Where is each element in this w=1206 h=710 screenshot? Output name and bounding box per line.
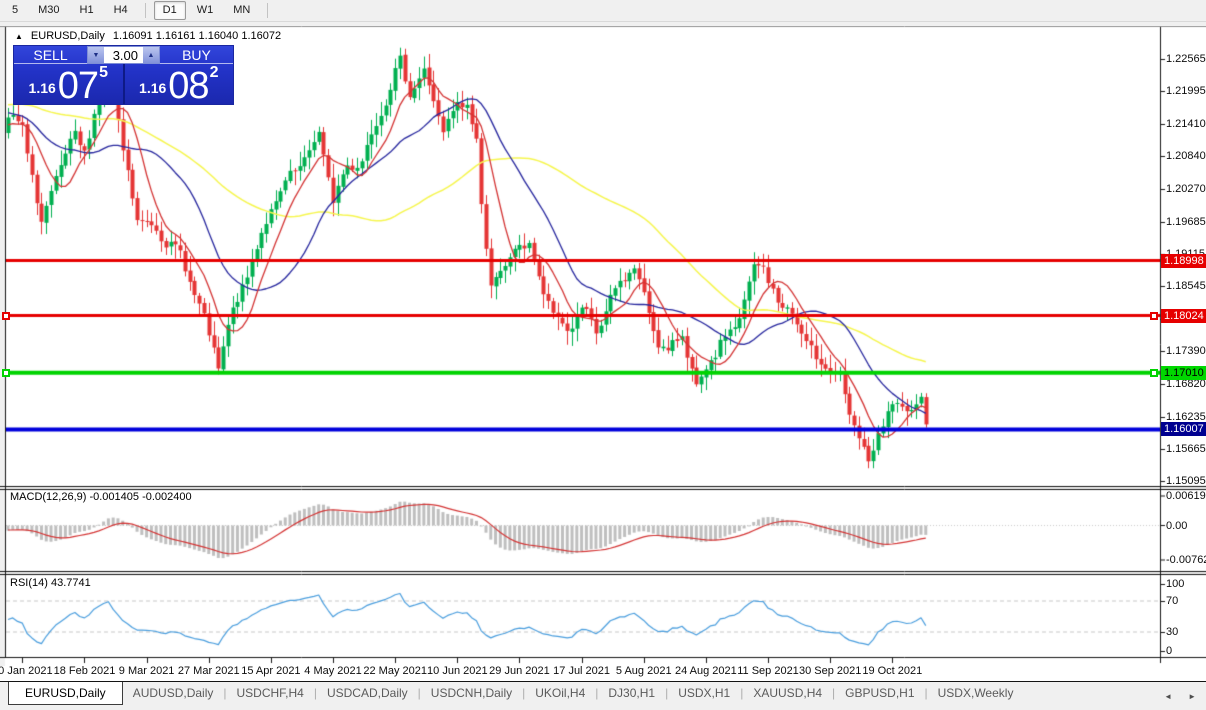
hline-drag-handle[interactable] (2, 369, 10, 377)
chart-tab-DJ30-H1[interactable]: DJ30,H1 (598, 682, 665, 704)
chart-tab-USDCAD-Daily[interactable]: USDCAD,Daily (317, 682, 418, 704)
chart-ohlc-values: 1.16091 1.16161 1.16040 1.16072 (113, 30, 281, 42)
tabs-scroll-right-icon[interactable]: ► (1188, 692, 1196, 701)
chart-tab-bar: EURUSD,DailyAUDUSD,Daily|USDCHF,H4|USDCA… (0, 681, 1206, 710)
macd-axis-label: 0.006193 (1166, 490, 1206, 502)
chart-tab-AUDUSD-Daily[interactable]: AUDUSD,Daily (123, 682, 224, 704)
time-axis-label: 10 Jun 2021 (427, 665, 488, 677)
chart-tab-XAUUSD-H4[interactable]: XAUUSD,H4 (743, 682, 832, 704)
chart-tab-USDX-Weekly[interactable]: USDX,Weekly (928, 682, 1024, 704)
price-axis-label: 1.20840 (1166, 150, 1206, 162)
hline-drag-handle[interactable] (1150, 312, 1158, 320)
tab-scroll-arrows: ◄ ► (1164, 692, 1196, 701)
hline-price-tag: 1.18024 (1161, 309, 1206, 323)
rsi-axis-label: 70 (1166, 595, 1178, 607)
time-axis-label: 9 Mar 2021 (119, 665, 175, 677)
time-axis-label: 24 Aug 2021 (675, 665, 737, 677)
chart-tab-UKOil-H4[interactable]: UKOil,H4 (525, 682, 595, 704)
terminal-window: { "toolbar": { "periods": ["5", "M30", "… (0, 0, 1206, 710)
chart-tab-GBPUSD-H1[interactable]: GBPUSD,H1 (835, 682, 924, 704)
buy-price[interactable]: 1.16 08 2 (125, 64, 234, 104)
price-axis-label: 1.21410 (1166, 118, 1206, 130)
price-axis-label: 1.22565 (1166, 53, 1206, 65)
volume-increase-button[interactable]: ▲ (143, 47, 159, 63)
time-axis-label: 4 May 2021 (304, 665, 361, 677)
time-axis-label: 30 Jan 2021 (0, 665, 53, 677)
chart-widget: ▲ EURUSD,Daily 1.16091 1.16161 1.16040 1… (0, 26, 1206, 681)
trade-prices-row: 1.16 07 5 1.16 08 2 (14, 64, 233, 104)
time-axis-label: 18 Feb 2021 (54, 665, 116, 677)
toolbar-separator (145, 3, 146, 18)
price-axis-label: 1.15095 (1166, 475, 1206, 487)
price-chart-canvas[interactable] (0, 26, 1206, 666)
period-button-H1[interactable]: H1 (71, 1, 103, 20)
hline-price-tag: 1.18998 (1161, 254, 1206, 268)
period-button-D1[interactable]: D1 (154, 1, 186, 20)
buy-price-big-digits: 08 (168, 72, 208, 101)
hline-price-tag: 1.16007 (1161, 422, 1206, 436)
chart-tab-USDX-H1[interactable]: USDX,H1 (668, 682, 740, 704)
volume-input[interactable] (104, 47, 143, 63)
collapse-panel-icon[interactable]: ▲ (15, 32, 23, 41)
chart-tab-USDCNH-Daily[interactable]: USDCNH,Daily (421, 682, 522, 704)
rsi-indicator-label: RSI(14) 43.7741 (10, 577, 91, 589)
period-toolbar: 5M30H1H4 D1W1MN (0, 0, 1206, 22)
price-axis-label: 1.20270 (1166, 183, 1206, 195)
time-axis-label: 30 Sep 2021 (799, 665, 861, 677)
rsi-axis-label: 0 (1166, 645, 1172, 657)
trade-buttons-row: SELL ▼ ▲ BUY (14, 46, 233, 64)
time-axis-label: 17 Jul 2021 (553, 665, 610, 677)
hline-drag-handle[interactable] (1150, 369, 1158, 377)
spinner-up-icon: ▲ (148, 52, 155, 59)
spinner-down-icon: ▼ (93, 52, 100, 59)
toolbar-separator (267, 3, 268, 18)
price-axis-label: 1.19685 (1166, 216, 1206, 228)
sell-price-prefix: 1.16 (29, 80, 56, 96)
one-click-trading-panel: SELL ▼ ▲ BUY 1.16 07 5 1.16 08 2 (14, 46, 233, 104)
chart-header: ▲ EURUSD,Daily 1.16091 1.16161 1.16040 1… (15, 30, 281, 42)
period-button-M30[interactable]: M30 (29, 1, 68, 20)
time-axis-label: 15 Apr 2021 (241, 665, 300, 677)
chart-symbol-label: EURUSD,Daily (31, 30, 105, 42)
time-axis-label: 11 Sep 2021 (737, 665, 799, 677)
time-axis-label: 19 Oct 2021 (862, 665, 922, 677)
sell-price[interactable]: 1.16 07 5 (14, 64, 125, 104)
time-axis-label: 22 May 2021 (363, 665, 427, 677)
buy-button[interactable]: BUY (160, 46, 233, 64)
period-button-H4[interactable]: H4 (105, 1, 137, 20)
macd-axis-label: -0.00762 (1166, 554, 1206, 566)
buy-price-prefix: 1.16 (139, 80, 166, 96)
rsi-axis-label: 100 (1166, 578, 1184, 590)
tabs-scroll-left-icon[interactable]: ◄ (1164, 692, 1172, 701)
sell-price-big-digits: 07 (58, 72, 98, 101)
price-axis-label: 1.16235 (1166, 411, 1206, 423)
hline-price-tag: 1.17010 (1161, 366, 1206, 380)
sell-button[interactable]: SELL (14, 46, 87, 64)
hline-drag-handle[interactable] (2, 312, 10, 320)
rsi-axis-label: 30 (1166, 626, 1178, 638)
chart-tab-USDCHF-H4[interactable]: USDCHF,H4 (227, 682, 314, 704)
chart-tab-EURUSD-Daily[interactable]: EURUSD,Daily (8, 682, 123, 705)
period-button-W1[interactable]: W1 (188, 1, 223, 20)
price-axis-label: 1.15665 (1166, 443, 1206, 455)
time-axis-label: 27 Mar 2021 (178, 665, 240, 677)
price-axis-label: 1.17390 (1166, 345, 1206, 357)
buy-price-pip-digit: 2 (210, 64, 219, 82)
macd-indicator-label: MACD(12,26,9) -0.001405 -0.002400 (10, 491, 192, 503)
price-axis-label: 1.21995 (1166, 85, 1206, 97)
time-axis-label: 5 Aug 2021 (616, 665, 672, 677)
macd-axis-label: 0.00 (1166, 520, 1187, 532)
volume-spinner: ▼ ▲ (87, 46, 160, 64)
price-axis-label: 1.18545 (1166, 280, 1206, 292)
volume-decrease-button[interactable]: ▼ (88, 47, 104, 63)
period-button-MN[interactable]: MN (224, 1, 259, 20)
time-axis-label: 29 Jun 2021 (489, 665, 550, 677)
sell-price-pip-digit: 5 (99, 64, 108, 82)
period-button-5[interactable]: 5 (3, 1, 27, 20)
